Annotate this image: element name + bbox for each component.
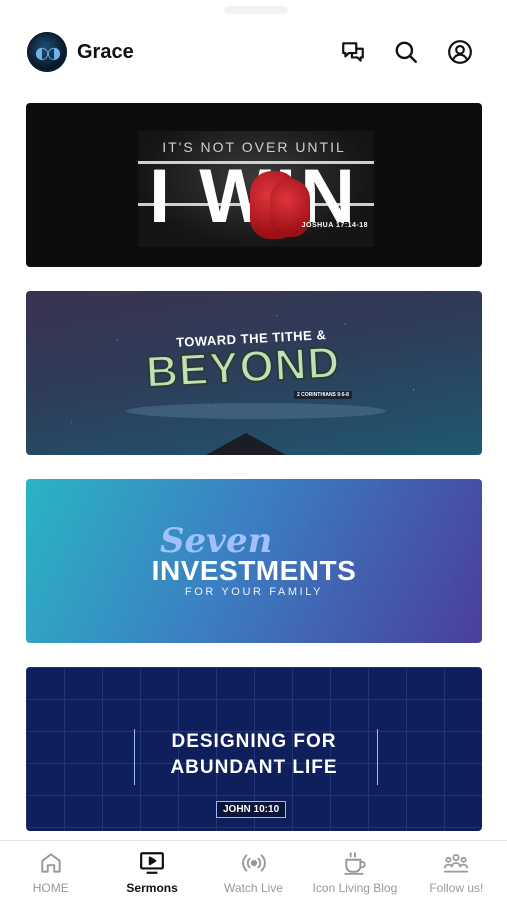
people-group-icon xyxy=(444,854,469,873)
tv-play-icon xyxy=(140,852,165,874)
sermon-card-seven-investments[interactable]: Seven INVESTMENTS FOR YOUR FAMILY xyxy=(26,479,482,643)
logo-mark: ◐◑ xyxy=(35,42,61,62)
chat-icon xyxy=(342,42,364,62)
app-header: ◐◑ Grace xyxy=(0,28,507,78)
tab-label: HOME xyxy=(32,881,69,895)
profile-icon xyxy=(448,40,472,64)
profile-button[interactable] xyxy=(446,38,474,66)
tab-follow-us[interactable]: Follow us! xyxy=(406,841,507,900)
sermon-title: INVESTMENTS xyxy=(151,555,357,586)
scripture-reference: JOHN 10:10 xyxy=(216,801,287,818)
status-indicator xyxy=(224,6,288,14)
sermon-top-text: IT'S NOT OVER UNTIL xyxy=(162,139,346,155)
tab-icon-living-blog[interactable]: Icon Living Blog xyxy=(304,841,405,900)
sermon-card-beyond[interactable]: TOWARD THE TITHE & BEYOND 2 CORINTHIANS … xyxy=(26,291,482,455)
status-bar xyxy=(0,0,507,22)
tab-watch-live[interactable]: Watch Live xyxy=(203,841,304,900)
search-icon xyxy=(395,41,417,63)
scripture-reference: 2 CORINTHIANS 9:6-8 xyxy=(294,391,352,399)
tab-label: Sermons xyxy=(126,881,178,895)
search-button[interactable] xyxy=(392,38,420,66)
coffee-cup-icon xyxy=(344,852,366,875)
tab-home[interactable]: HOME xyxy=(0,841,101,900)
sermon-title: BEYOND xyxy=(144,337,343,398)
cloud-image xyxy=(126,403,386,419)
bottom-tab-bar: HOME Sermons Watch Live Icon Living Blog xyxy=(0,840,507,900)
sermon-title-line2: ABUNDANT LIFE xyxy=(170,757,338,778)
sermon-title-line1: DESIGNING FOR xyxy=(171,731,337,752)
live-broadcast-icon xyxy=(241,854,266,872)
sermon-card-abundant-life[interactable]: DESIGNING FOR ABUNDANT LIFE JOHN 10:10 xyxy=(26,667,482,831)
scripture-reference: JOSHUA 17:14-18 xyxy=(301,222,368,229)
tab-sermons[interactable]: Sermons xyxy=(101,841,202,900)
app-title: Grace xyxy=(77,41,134,63)
home-icon xyxy=(41,853,61,873)
sermon-subtitle: FOR YOUR FAMILY xyxy=(184,586,324,598)
chat-button[interactable] xyxy=(339,38,367,66)
sermon-feed: IT'S NOT OVER UNTIL I WIN JOSHUA 17:14-1… xyxy=(26,103,482,855)
tab-label: Watch Live xyxy=(224,881,283,895)
sermon-card-i-win[interactable]: IT'S NOT OVER UNTIL I WIN JOSHUA 17:14-1… xyxy=(26,103,482,267)
church-logo-icon[interactable]: ◐◑ xyxy=(27,32,67,72)
mountain-image xyxy=(206,433,286,455)
tab-label: Icon Living Blog xyxy=(312,881,398,895)
tab-label: Follow us! xyxy=(429,881,484,895)
